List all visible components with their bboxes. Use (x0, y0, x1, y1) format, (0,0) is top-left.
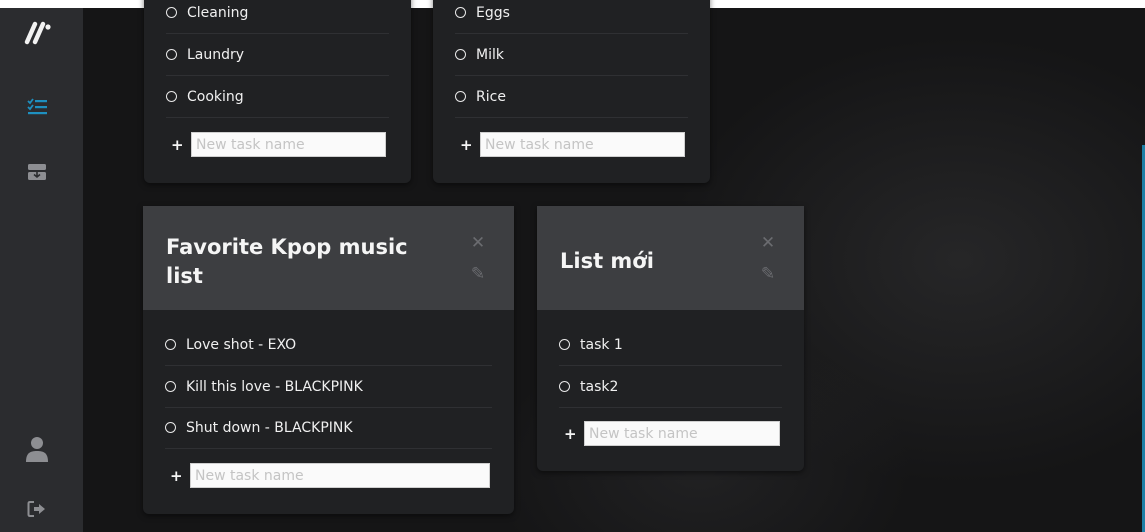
logo-icon[interactable] (22, 18, 52, 48)
task-label: Milk (476, 46, 504, 63)
tasks-list-icon[interactable] (22, 92, 52, 122)
new-task-row: + (170, 462, 490, 489)
task-label: Laundry (187, 46, 245, 63)
new-task-row: + (171, 131, 386, 158)
task-item[interactable]: Cleaning (166, 0, 389, 34)
task-label: Love shot - EXO (186, 336, 297, 353)
task-label: Cleaning (187, 4, 249, 21)
new-task-input[interactable] (190, 463, 490, 488)
task-item[interactable]: Kill this love - BLACKPINK (165, 366, 492, 408)
task-label: Eggs (476, 4, 510, 21)
task-checkbox[interactable] (455, 7, 466, 18)
task-label: task2 (580, 378, 619, 395)
task-checkbox[interactable] (166, 91, 177, 102)
task-item[interactable]: Cooking (166, 76, 389, 118)
task-item[interactable]: Laundry (166, 34, 389, 76)
list-title[interactable]: Favorite Kpop music list (166, 233, 446, 291)
add-task-icon[interactable]: + (564, 425, 584, 443)
task-label: Rice (476, 88, 506, 105)
task-item[interactable]: task 1 (559, 324, 782, 366)
task-checkbox[interactable] (165, 422, 176, 433)
new-task-row: + (460, 131, 685, 158)
logout-icon[interactable] (22, 494, 52, 524)
add-task-icon[interactable]: + (170, 467, 190, 485)
task-list-card: Favorite Kpop music list ✕ ✎ Love shot -… (143, 206, 514, 514)
new-task-input[interactable] (191, 132, 386, 157)
task-item[interactable]: Milk (455, 34, 688, 76)
close-icon[interactable]: ✕ (470, 235, 486, 252)
task-list-card: Cleaning Laundry Cooking + (144, 0, 411, 183)
task-item[interactable]: Shut down - BLACKPINK (165, 407, 492, 449)
task-checkbox[interactable] (455, 49, 466, 60)
new-task-input[interactable] (480, 132, 685, 157)
archive-tray-icon[interactable] (22, 157, 52, 187)
sidebar (0, 8, 83, 532)
task-checkbox[interactable] (166, 49, 177, 60)
task-item[interactable]: Love shot - EXO (165, 324, 492, 366)
task-checkbox[interactable] (165, 381, 176, 392)
add-task-icon[interactable]: + (460, 136, 480, 154)
edit-icon[interactable]: ✎ (760, 266, 776, 283)
task-item[interactable]: Eggs (455, 0, 688, 34)
task-label: Kill this love - BLACKPINK (186, 378, 363, 395)
new-task-input[interactable] (584, 421, 780, 446)
task-label: task 1 (580, 336, 623, 353)
task-checkbox[interactable] (166, 7, 177, 18)
task-item[interactable]: Rice (455, 76, 688, 118)
edit-icon[interactable]: ✎ (470, 266, 486, 283)
card-header: Favorite Kpop music list ✕ ✎ (143, 206, 514, 310)
card-header: List mới ✕ ✎ (537, 206, 804, 310)
user-icon[interactable] (22, 434, 52, 464)
task-list-card: List mới ✕ ✎ task 1 task2 + (537, 206, 804, 471)
add-task-icon[interactable]: + (171, 136, 191, 154)
new-task-row: + (564, 420, 780, 447)
task-checkbox[interactable] (559, 339, 570, 350)
task-label: Shut down - BLACKPINK (186, 419, 353, 436)
close-icon[interactable]: ✕ (760, 235, 776, 252)
task-checkbox[interactable] (165, 339, 176, 350)
task-label: Cooking (187, 88, 244, 105)
list-title[interactable]: List mới (560, 247, 740, 276)
task-item[interactable]: task2 (559, 366, 782, 408)
task-checkbox[interactable] (455, 91, 466, 102)
task-list-card: Eggs Milk Rice + (433, 0, 710, 183)
task-checkbox[interactable] (559, 381, 570, 392)
